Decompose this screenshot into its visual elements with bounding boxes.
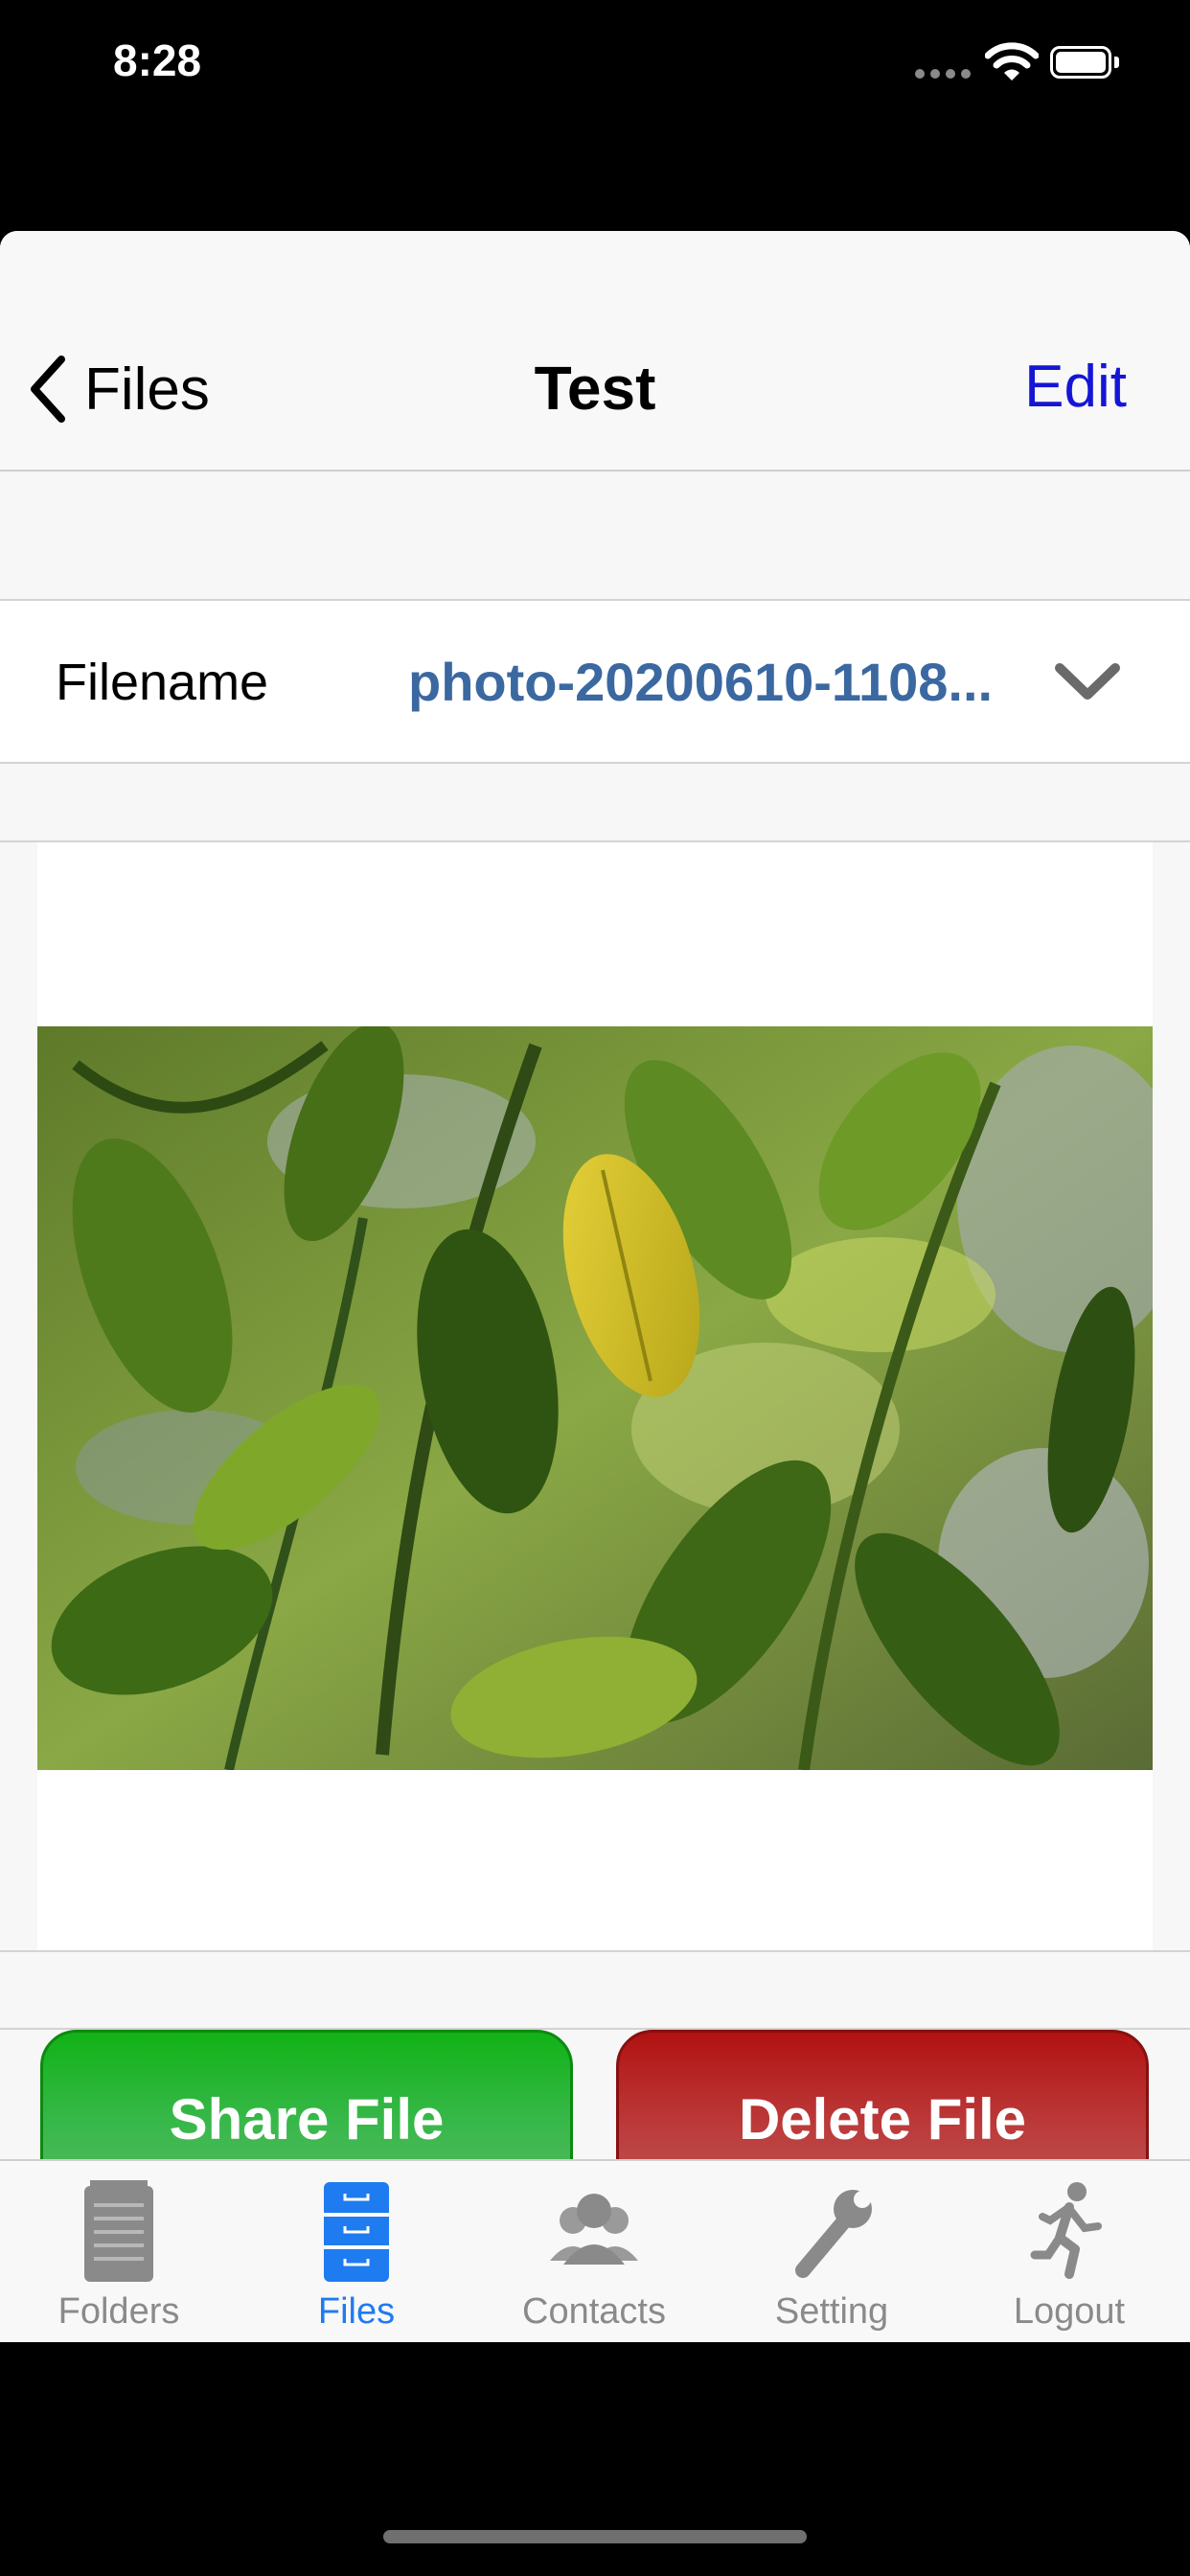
image-preview-area bbox=[37, 842, 1153, 1950]
delete-file-label: Delete File bbox=[738, 2087, 1027, 2151]
wrench-icon bbox=[795, 2190, 872, 2278]
page-title: Test bbox=[534, 354, 656, 423]
tab-label-contacts: Contacts bbox=[522, 2291, 666, 2332]
status-time: 8:28 bbox=[113, 35, 202, 85]
battery-icon bbox=[1050, 46, 1123, 80]
wifi-icon bbox=[985, 42, 1039, 80]
tab-label-logout: Logout bbox=[1013, 2291, 1126, 2332]
tab-folders[interactable]: Folders bbox=[0, 2161, 238, 2342]
status-bar: 8:28 bbox=[0, 0, 1190, 134]
edit-button[interactable]: Edit bbox=[1024, 353, 1127, 421]
tab-label-setting: Setting bbox=[774, 2291, 889, 2332]
image-preview-cell bbox=[0, 840, 1190, 1952]
cellular-signal-icon bbox=[915, 69, 971, 79]
logout-icon bbox=[1030, 2182, 1102, 2279]
share-file-label: Share File bbox=[169, 2087, 445, 2151]
chevron-down-icon[interactable] bbox=[1054, 662, 1121, 701]
filename-value: photo-20200610-1108... bbox=[408, 652, 994, 712]
contacts-icon bbox=[550, 2194, 638, 2265]
tab-files[interactable]: Files bbox=[238, 2161, 475, 2342]
tab-logout[interactable]: Logout bbox=[950, 2161, 1188, 2342]
navigation-bar: Files Test Edit bbox=[0, 231, 1190, 472]
files-icon bbox=[324, 2182, 389, 2282]
filename-row[interactable]: Filename photo-20200610-1108... bbox=[0, 599, 1190, 764]
filename-label: Filename bbox=[56, 654, 269, 711]
file-detail-sheet: Files Test Edit Filename photo-20200610-… bbox=[0, 231, 1190, 2342]
tab-contacts[interactable]: Contacts bbox=[475, 2161, 713, 2342]
folders-icon bbox=[84, 2180, 153, 2282]
tab-setting[interactable]: Setting bbox=[713, 2161, 950, 2342]
tab-bar: Folders Files Contacts Setting Logout bbox=[0, 2159, 1190, 2342]
photo-preview bbox=[37, 1026, 1153, 1770]
home-indicator[interactable] bbox=[383, 2530, 807, 2543]
tab-label-files: Files bbox=[317, 2291, 396, 2332]
tab-label-folders: Folders bbox=[57, 2291, 180, 2332]
